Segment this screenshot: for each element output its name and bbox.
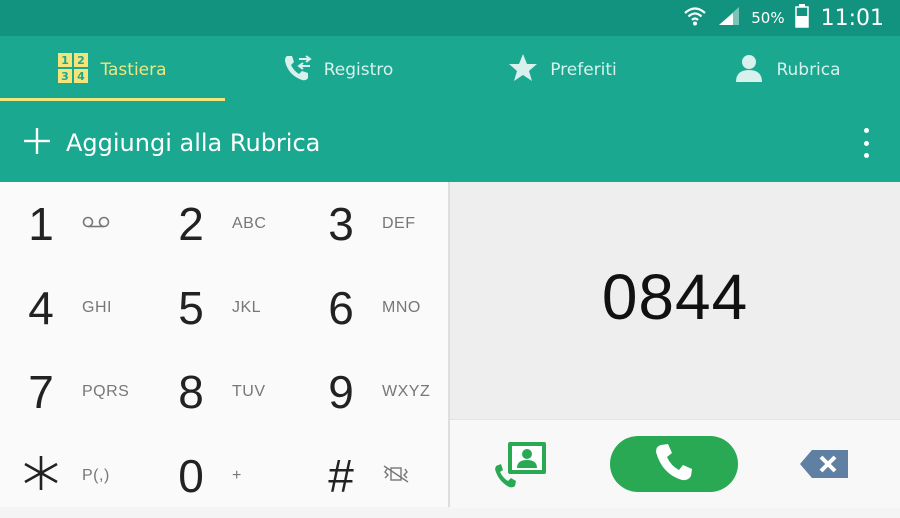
tab-contacts-label: Rubrica bbox=[776, 60, 841, 80]
key-letters: MNO bbox=[382, 299, 421, 316]
key-letters: GHI bbox=[82, 299, 112, 316]
key-6[interactable]: 6 MNO bbox=[300, 266, 450, 350]
tab-call-log[interactable]: Registro bbox=[225, 36, 450, 104]
key-letters: WXYZ bbox=[382, 383, 431, 400]
wifi-icon bbox=[683, 5, 707, 31]
status-bar: 50% 11:01 bbox=[0, 0, 900, 36]
vibrate-off-icon bbox=[382, 464, 442, 488]
key-hash[interactable]: # bbox=[300, 434, 450, 518]
keypad-icon-glyph: 1 bbox=[62, 54, 70, 67]
dial-keypad: 1 2 ABC 3 DEF 4 GHI 5 JKL 6 MNO 7 PQRS 8… bbox=[0, 182, 448, 507]
tab-favorites[interactable]: Preferiti bbox=[450, 36, 675, 104]
key-digit: 0 bbox=[178, 450, 204, 502]
keypad-icon-glyph: 4 bbox=[78, 70, 86, 83]
key-0[interactable]: 0 + bbox=[150, 434, 300, 518]
active-tab-indicator bbox=[0, 98, 225, 101]
key-digit: 7 bbox=[28, 366, 54, 418]
call-button[interactable] bbox=[610, 436, 738, 492]
key-digit: # bbox=[328, 450, 354, 502]
voicemail-icon bbox=[82, 215, 142, 234]
keypad-icon: 1 2 3 4 bbox=[58, 52, 89, 88]
key-letters: TUV bbox=[232, 383, 266, 400]
key-digit: 2 bbox=[178, 198, 204, 250]
keypad-icon-glyph: 2 bbox=[78, 54, 86, 67]
key-4[interactable]: 4 GHI bbox=[0, 266, 150, 350]
key-digit: 1 bbox=[28, 198, 54, 250]
key-letters: DEF bbox=[382, 215, 416, 232]
key-letters: ABC bbox=[232, 215, 267, 232]
tab-keypad-label: Tastiera bbox=[100, 60, 167, 80]
key-letters: PQRS bbox=[82, 383, 130, 400]
asterisk-icon bbox=[0, 449, 82, 503]
key-digit: 8 bbox=[178, 366, 204, 418]
status-indicators: 50% 11:01 bbox=[683, 0, 884, 36]
dialed-number: 0844 bbox=[601, 260, 749, 333]
backspace-button[interactable] bbox=[796, 448, 852, 480]
key-letters: + bbox=[232, 467, 242, 484]
call-actions bbox=[450, 419, 900, 508]
add-to-contacts-label: Aggiungi alla Rubrica bbox=[66, 129, 321, 157]
key-7[interactable]: 7 PQRS bbox=[0, 350, 150, 434]
key-1[interactable]: 1 bbox=[0, 182, 150, 266]
battery-percentage: 50% bbox=[751, 9, 785, 27]
dialed-number-display: 0844 bbox=[450, 182, 900, 419]
person-icon bbox=[734, 53, 764, 88]
key-asterisk[interactable]: P(,) bbox=[0, 434, 150, 518]
key-letters: JKL bbox=[232, 299, 262, 316]
backspace-icon bbox=[796, 450, 852, 484]
keypad-icon-glyph: 3 bbox=[62, 70, 70, 83]
tab-bar: 1 2 3 4 Tastiera Registro Preferiti Rubr… bbox=[0, 36, 900, 104]
more-options-icon[interactable] bbox=[856, 128, 876, 158]
plus-icon bbox=[24, 128, 50, 158]
key-9[interactable]: 9 WXYZ bbox=[300, 350, 450, 434]
key-8[interactable]: 8 TUV bbox=[150, 350, 300, 434]
call-log-icon bbox=[282, 53, 312, 88]
key-3[interactable]: 3 DEF bbox=[300, 182, 450, 266]
key-letters: P(,) bbox=[82, 467, 110, 484]
key-2[interactable]: 2 ABC bbox=[150, 182, 300, 266]
tab-contacts[interactable]: Rubrica bbox=[675, 36, 900, 104]
clock: 11:01 bbox=[820, 5, 884, 31]
tab-favorites-label: Preferiti bbox=[550, 60, 617, 80]
tab-call-log-label: Registro bbox=[323, 60, 394, 80]
key-digit: 3 bbox=[328, 198, 354, 250]
battery-icon bbox=[794, 4, 809, 32]
contact-card-icon bbox=[494, 442, 550, 494]
add-to-contacts-button[interactable]: Aggiungi alla Rubrica bbox=[24, 104, 320, 182]
action-bar: Aggiungi alla Rubrica bbox=[0, 104, 900, 182]
tab-keypad[interactable]: 1 2 3 4 Tastiera bbox=[0, 36, 225, 104]
phone-icon bbox=[654, 442, 694, 486]
signal-icon bbox=[717, 5, 741, 31]
contact-call-button[interactable] bbox=[494, 440, 550, 490]
key-5[interactable]: 5 JKL bbox=[150, 266, 300, 350]
star-icon bbox=[508, 53, 538, 88]
key-digit: 5 bbox=[178, 282, 204, 334]
key-digit: 6 bbox=[328, 282, 354, 334]
key-digit: 4 bbox=[28, 282, 54, 334]
key-digit: 9 bbox=[328, 366, 354, 418]
